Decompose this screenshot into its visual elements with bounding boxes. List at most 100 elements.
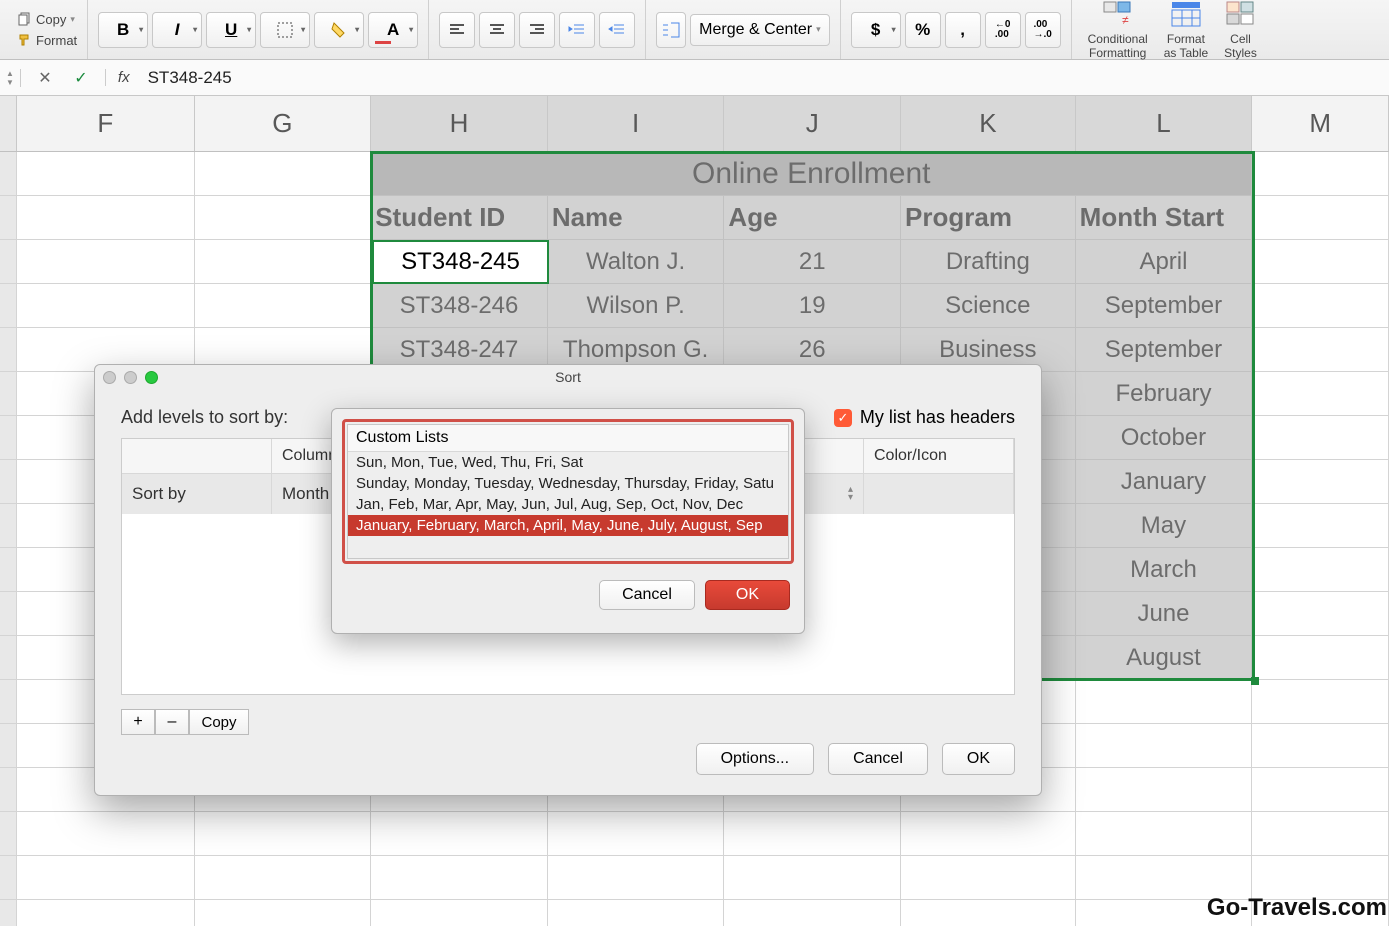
cell[interactable] [0,504,17,548]
cell[interactable] [0,240,17,284]
cell[interactable] [0,592,17,636]
underline-button[interactable]: U [206,12,256,48]
col-header[interactable]: L [1076,96,1253,151]
increase-decimal-button[interactable]: ←0.00 [985,12,1021,48]
font-color-button[interactable]: A [368,12,418,48]
custom-list-item[interactable]: January, February, March, April, May, Ju… [348,515,788,536]
cell[interactable]: June [1076,592,1253,636]
cell[interactable]: Walton J. [548,240,725,284]
cell[interactable] [195,240,372,284]
header-cell: Name [548,196,725,240]
cell[interactable] [1252,460,1389,504]
cell[interactable] [17,284,195,328]
headers-checkbox-label: My list has headers [860,407,1015,428]
custom-lists-cancel-button[interactable]: Cancel [599,580,695,610]
dialog-title: Sort [95,369,1041,385]
currency-button[interactable]: $ [851,12,901,48]
cell[interactable] [1252,284,1389,328]
align-left-button[interactable] [439,12,475,48]
custom-lists-ok-button[interactable]: OK [705,580,790,610]
cell[interactable] [0,284,17,328]
wrap-text-button[interactable] [656,12,686,48]
cell[interactable] [1252,592,1389,636]
cell[interactable]: October [1076,416,1253,460]
cell[interactable]: 19 [724,284,901,328]
col-header[interactable]: F [17,96,195,151]
custom-list-item[interactable]: Jan, Feb, Mar, Apr, May, Jun, Jul, Aug, … [348,494,788,515]
cell[interactable] [1252,328,1389,372]
cancel-formula-icon[interactable]: ✕ [31,66,59,90]
cell[interactable] [1252,504,1389,548]
custom-list-item[interactable]: Sunday, Monday, Tuesday, Wednesday, Thur… [348,473,788,494]
italic-button[interactable]: I [152,12,202,48]
cell[interactable]: 21 [724,240,901,284]
cell[interactable] [1252,372,1389,416]
format-as-table-button[interactable]: Format as Table [1158,0,1214,60]
cell[interactable]: May [1076,504,1253,548]
cell[interactable] [1252,240,1389,284]
cell[interactable]: Drafting [901,240,1076,284]
ok-button[interactable]: OK [942,743,1015,775]
remove-level-button[interactable]: – [155,709,189,735]
comma-button[interactable]: , [945,12,981,48]
align-center-button[interactable] [479,12,515,48]
cell[interactable] [1252,416,1389,460]
cell-styles-button[interactable]: Cell Styles [1218,0,1263,60]
copy-level-button[interactable]: Copy [189,709,249,735]
fill-color-button[interactable] [314,12,364,48]
cell[interactable] [0,416,17,460]
col-header[interactable]: I [548,96,725,151]
cell[interactable]: August [1076,636,1253,680]
col-header[interactable]: H [371,96,548,151]
cancel-button[interactable]: Cancel [828,743,928,775]
cell[interactable] [0,328,17,372]
formula-bar: ▲▼ ✕ ✓ fx ST348-245 [0,60,1389,96]
cell[interactable]: Wilson P. [548,284,725,328]
cell[interactable] [17,240,195,284]
cell[interactable]: September [1076,328,1253,372]
options-button[interactable]: Options... [696,743,814,775]
cell[interactable] [0,548,17,592]
svg-text:≠: ≠ [1122,13,1129,27]
align-right-button[interactable] [519,12,555,48]
fx-icon[interactable]: fx [105,69,130,86]
custom-list-item[interactable]: Sun, Mon, Tue, Wed, Thu, Fri, Sat [348,452,788,473]
cell[interactable] [0,460,17,504]
cell[interactable] [0,636,17,680]
accept-formula-icon[interactable]: ✓ [67,66,95,90]
watermark: Go-Travels.com [1207,894,1387,922]
custom-lists-dialog: Custom Lists Sun, Mon, Tue, Wed, Thu, Fr… [331,408,805,634]
copy-button[interactable]: Copy ▾ [18,12,77,27]
increase-indent-button[interactable] [599,12,635,48]
cell[interactable] [1252,636,1389,680]
format-painter-button[interactable]: Format [18,33,77,48]
col-header[interactable]: M [1252,96,1389,151]
decrease-indent-button[interactable] [559,12,595,48]
decrease-decimal-button[interactable]: .00→.0 [1025,12,1061,48]
cell[interactable]: Science [901,284,1076,328]
cell[interactable]: ST348-246 [371,284,548,328]
col-header[interactable]: K [901,96,1076,151]
cell[interactable]: February [1076,372,1253,416]
cell[interactable]: January [1076,460,1253,504]
col-header[interactable]: G [195,96,372,151]
headers-checkbox[interactable]: ✓ [834,409,852,427]
table-row: ST348-245Walton J.21DraftingApril [0,240,1389,284]
add-level-button[interactable]: + [121,709,155,735]
cell[interactable]: March [1076,548,1253,592]
cell[interactable]: September [1076,284,1253,328]
cell[interactable] [1252,548,1389,592]
formula-input[interactable]: ST348-245 [136,68,232,88]
conditional-formatting-button[interactable]: ≠ Conditional Formatting [1082,0,1154,60]
col-header[interactable]: J [724,96,901,151]
table-title: Online Enrollment [371,152,1252,196]
merge-center-button[interactable]: Merge & Center ▾ [690,14,829,46]
cell[interactable] [195,284,372,328]
bold-button[interactable]: B [98,12,148,48]
cell[interactable]: ST348-245 [371,240,548,284]
borders-button[interactable] [260,12,310,48]
cell[interactable]: April [1076,240,1253,284]
percent-button[interactable]: % [905,12,941,48]
cell[interactable] [0,372,17,416]
name-box-arrows[interactable]: ▲▼ [6,69,21,87]
